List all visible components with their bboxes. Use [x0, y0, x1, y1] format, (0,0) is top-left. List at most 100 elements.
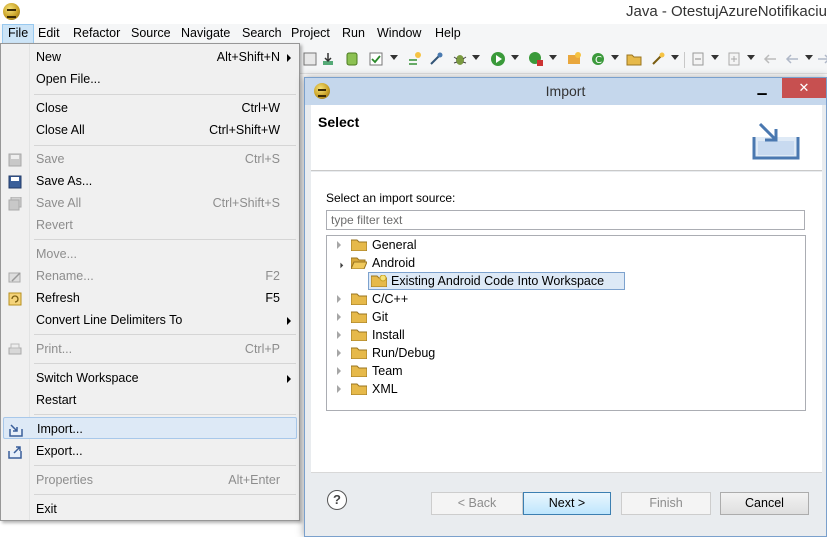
- menu-item-close-all[interactable]: Close All Ctrl+Shift+W: [3, 119, 297, 141]
- back-button[interactable]: < Back: [431, 492, 523, 515]
- new-class-dropdown-icon[interactable]: [611, 55, 619, 60]
- close-button[interactable]: ✕: [782, 78, 826, 98]
- menu-item-restart[interactable]: Restart: [3, 389, 297, 411]
- menu-window[interactable]: Window: [371, 24, 427, 44]
- expand-arrow-icon[interactable]: [337, 313, 341, 321]
- menu-item-accelerator: Ctrl+W: [241, 101, 280, 115]
- menu-help[interactable]: Help: [429, 24, 467, 44]
- menu-separator: [34, 239, 296, 240]
- menu-file[interactable]: File: [2, 24, 35, 44]
- menu-refactor[interactable]: Refactor: [67, 24, 126, 44]
- menu-run[interactable]: Run: [336, 24, 371, 44]
- android-project-icon: [371, 275, 387, 287]
- menu-item-rename[interactable]: Rename... F2: [3, 265, 297, 287]
- menu-item-refresh[interactable]: Refresh F5: [3, 287, 297, 309]
- tree-node-existing-android-code[interactable]: Existing Android Code Into Workspace: [355, 272, 625, 290]
- last-edit-location-icon[interactable]: [762, 51, 778, 67]
- new-class-icon[interactable]: C: [590, 51, 606, 67]
- dialog-title-bar[interactable]: Import ▁ ✕: [305, 78, 826, 105]
- import-source-label: Select an import source:: [326, 191, 456, 205]
- open-folder-icon[interactable]: [626, 51, 642, 67]
- expand-arrow-icon[interactable]: [337, 349, 341, 357]
- menu-edit[interactable]: Edit: [32, 24, 66, 44]
- tree-node-label: Android: [372, 256, 416, 270]
- forward-arrow-icon[interactable]: [816, 51, 827, 67]
- menu-item-print[interactable]: Print... Ctrl+P: [3, 338, 297, 360]
- menu-item-label: Convert Line Delimiters To: [36, 313, 183, 327]
- external-tools-icon[interactable]: [528, 51, 544, 67]
- sdk-manager-icon[interactable]: [344, 51, 360, 67]
- menu-item-convert-line-delimiters[interactable]: Convert Line Delimiters To: [3, 309, 297, 331]
- eclipse-app-icon[interactable]: [3, 3, 20, 20]
- dialog-button-bar: ? < Back Next > Finish Cancel: [311, 472, 822, 532]
- run-icon[interactable]: [490, 51, 506, 67]
- expand-arrow-icon[interactable]: [337, 385, 341, 393]
- tree-node-label: Existing Android Code Into Workspace: [391, 274, 605, 288]
- menu-item-properties[interactable]: Properties Alt+Enter: [3, 469, 297, 491]
- menu-item-import[interactable]: Import...: [3, 417, 297, 439]
- expand-arrow-icon[interactable]: [337, 331, 341, 339]
- menu-item-new[interactable]: New Alt+Shift+N: [3, 46, 297, 68]
- filter-input[interactable]: [326, 210, 805, 230]
- back-dropdown-icon[interactable]: [805, 55, 813, 60]
- menu-item-label: Close: [36, 101, 68, 115]
- menu-item-save-as[interactable]: Save As...: [3, 170, 297, 192]
- menu-item-exit[interactable]: Exit: [3, 498, 297, 520]
- import-source-tree[interactable]: General Android Existing Android Code In…: [326, 235, 806, 411]
- run-dropdown-icon[interactable]: [511, 55, 519, 60]
- debug-icon[interactable]: [452, 51, 468, 67]
- checklist-icon[interactable]: [368, 51, 384, 67]
- next-annotation-icon[interactable]: [726, 51, 742, 67]
- menu-item-save-all[interactable]: Save All Ctrl+Shift+S: [3, 192, 297, 214]
- menu-item-label: Revert: [36, 218, 73, 232]
- next-annotation-dropdown-icon[interactable]: [747, 55, 755, 60]
- menu-source[interactable]: Source: [125, 24, 177, 44]
- annotation-dropdown-icon[interactable]: [711, 55, 719, 60]
- dialog-header: Select: [311, 105, 822, 171]
- menu-item-revert[interactable]: Revert: [3, 214, 297, 236]
- back-arrow-icon[interactable]: [784, 51, 800, 67]
- next-button[interactable]: Next >: [523, 492, 611, 515]
- menu-search[interactable]: Search: [236, 24, 288, 44]
- menu-item-label: Save All: [36, 196, 82, 210]
- tree-node-label: Team: [372, 364, 403, 378]
- menu-item-label: Switch Workspace: [36, 371, 139, 385]
- menu-project[interactable]: Project: [285, 24, 336, 44]
- menu-navigate[interactable]: Navigate: [175, 24, 236, 44]
- new-java-project-icon[interactable]: [566, 51, 582, 67]
- collapse-arrow-icon[interactable]: [334, 259, 344, 269]
- menu-item-save[interactable]: Save Ctrl+S: [3, 148, 297, 170]
- menu-item-move[interactable]: Move...: [3, 243, 297, 265]
- open-task-icon[interactable]: [650, 51, 666, 67]
- minimize-button[interactable]: ▁: [751, 78, 773, 98]
- folder-icon: [351, 347, 367, 359]
- folder-icon: [351, 329, 367, 341]
- pin-icon[interactable]: [428, 51, 444, 67]
- cancel-button[interactable]: Cancel: [720, 492, 809, 515]
- external-tools-dropdown-icon[interactable]: [549, 55, 557, 60]
- tree-node-label: General: [372, 238, 417, 252]
- menu-item-accelerator: Alt+Enter: [228, 473, 280, 487]
- open-type-icon[interactable]: [302, 51, 318, 67]
- checklist-dropdown-icon[interactable]: [390, 55, 398, 60]
- help-icon[interactable]: ?: [327, 490, 347, 510]
- menu-item-export[interactable]: Export...: [3, 440, 297, 462]
- annotation-icon[interactable]: [690, 51, 706, 67]
- open-task-dropdown-icon[interactable]: [671, 55, 679, 60]
- expand-arrow-icon[interactable]: [337, 367, 341, 375]
- expand-arrow-icon[interactable]: [337, 295, 341, 303]
- menu-item-accelerator: Ctrl+Shift+S: [212, 196, 280, 210]
- menu-item-switch-workspace[interactable]: Switch Workspace: [3, 367, 297, 389]
- finish-button[interactable]: Finish: [621, 492, 711, 515]
- menu-item-accelerator: F5: [265, 291, 280, 305]
- window-title-bar: Java - OtestujAzureNotifikaciu: [0, 0, 827, 24]
- folder-icon: [351, 365, 367, 377]
- print-icon: [8, 342, 22, 356]
- expand-arrow-icon[interactable]: [337, 241, 341, 249]
- menu-item-close[interactable]: Close Ctrl+W: [3, 97, 297, 119]
- menu-item-label: Close All: [36, 123, 85, 137]
- debug-dropdown-icon[interactable]: [472, 55, 480, 60]
- new-android-icon[interactable]: [406, 51, 422, 67]
- download-icon[interactable]: [320, 51, 336, 67]
- menu-item-open-file[interactable]: Open File...: [3, 68, 297, 90]
